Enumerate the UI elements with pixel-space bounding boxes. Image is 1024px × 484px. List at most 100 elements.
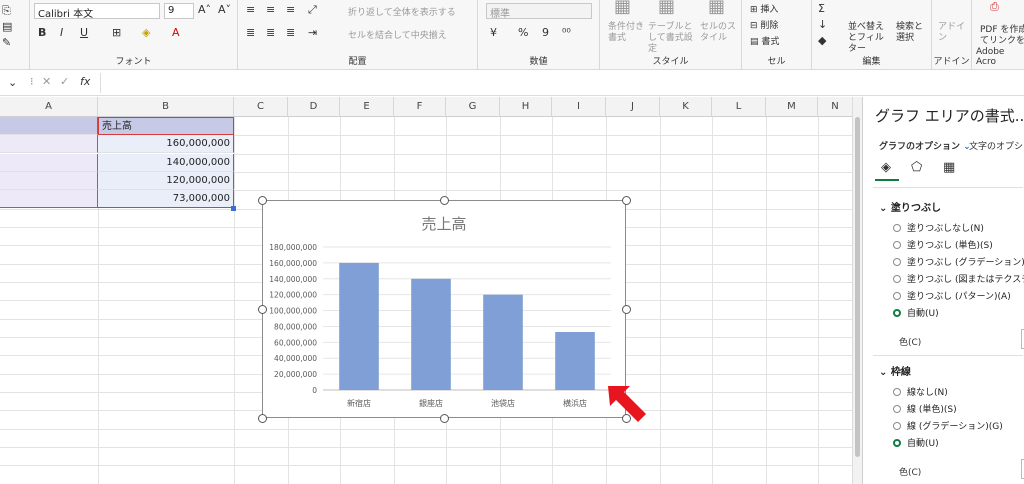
conditional-format-button[interactable]: 条件付き書式 bbox=[608, 22, 644, 44]
font-name-select[interactable]: Calibri 本文 bbox=[34, 3, 160, 19]
col-f-header[interactable]: F bbox=[394, 97, 446, 117]
resize-handle-ml[interactable] bbox=[258, 305, 267, 314]
formula-input[interactable] bbox=[100, 73, 850, 93]
format-painter-icon[interactable]: ✎ bbox=[2, 36, 11, 50]
cell-b5[interactable]: 73,000,000 bbox=[98, 190, 234, 208]
chart-title[interactable]: 売上高 bbox=[421, 215, 466, 233]
comma-button[interactable]: 9 bbox=[542, 26, 549, 40]
conditional-format-icon[interactable]: ▦ bbox=[614, 0, 631, 16]
copy-icon[interactable]: ⎘ bbox=[2, 4, 11, 18]
clear-icon[interactable]: ◆ bbox=[818, 34, 826, 48]
bold-button[interactable]: B bbox=[38, 26, 46, 40]
vertical-scrollbar[interactable] bbox=[852, 97, 862, 484]
resize-handle-mr[interactable] bbox=[622, 305, 631, 314]
col-m-header[interactable]: M bbox=[766, 97, 818, 117]
format-button[interactable]: ▤ 書式 bbox=[750, 34, 779, 47]
resize-handle-bl[interactable] bbox=[258, 414, 267, 423]
merge-center-button[interactable]: セルを結合して中央揃え bbox=[348, 28, 447, 41]
underline-button[interactable]: U bbox=[80, 26, 88, 40]
table-format-button[interactable]: テーブルとして書式設定 bbox=[648, 22, 696, 55]
col-c-header[interactable]: C bbox=[234, 97, 288, 117]
cell-a4[interactable] bbox=[0, 172, 98, 190]
col-e-header[interactable]: E bbox=[340, 97, 394, 117]
grow-font-button[interactable]: A˄ bbox=[198, 3, 211, 17]
fill-color-icon[interactable]: ◈ bbox=[142, 26, 150, 40]
addin-button[interactable]: アドイン bbox=[938, 22, 968, 44]
border-icon[interactable]: ⊞ bbox=[112, 26, 121, 40]
decimal-icon[interactable]: ⁰⁰ bbox=[562, 26, 571, 40]
cell-b3[interactable]: 140,000,000 bbox=[98, 154, 234, 172]
bar-4[interactable] bbox=[555, 332, 595, 390]
fill-pattern-radio[interactable]: 塗りつぶし (パターン)(A) bbox=[893, 289, 1023, 303]
fx-button[interactable]: fx bbox=[80, 75, 90, 89]
align-middle-icon[interactable]: ≡ bbox=[266, 3, 275, 17]
align-right-icon[interactable]: ≣ bbox=[286, 26, 295, 40]
resize-handle-tr[interactable] bbox=[622, 196, 631, 205]
pdf-icon[interactable]: ⎙ bbox=[990, 0, 999, 14]
cell-b1[interactable]: 売上高 bbox=[98, 117, 234, 135]
col-d-header[interactable]: D bbox=[288, 97, 340, 117]
italic-button[interactable]: I bbox=[60, 26, 63, 40]
cell-a5[interactable] bbox=[0, 190, 98, 208]
scroll-thumb[interactable] bbox=[855, 117, 860, 457]
fill-gradient-radio[interactable]: 塗りつぶし (グラデーション)(G) bbox=[893, 255, 1024, 269]
bar-2[interactable] bbox=[411, 278, 451, 390]
fill-picture-radio[interactable]: 塗りつぶし (図またはテクスチャ)(P) bbox=[893, 272, 1024, 286]
resize-handle-tc[interactable] bbox=[440, 196, 449, 205]
align-top-icon[interactable]: ≡ bbox=[246, 3, 255, 17]
line-auto-radio[interactable]: 自動(U) bbox=[893, 436, 1023, 450]
align-center-icon[interactable]: ≣ bbox=[266, 26, 275, 40]
sum-icon[interactable]: Σ bbox=[818, 2, 825, 16]
tab-text-options[interactable]: 文字のオプショ bbox=[969, 139, 1024, 152]
size-properties-icon[interactable]: ▦ bbox=[943, 161, 955, 175]
resize-handle-tl[interactable] bbox=[258, 196, 267, 205]
chart-area[interactable]: 売上高 0 20,000,000 40,000,000 60,000,000 80,00… bbox=[262, 200, 626, 418]
fill-line-tab[interactable]: ◈ bbox=[875, 157, 899, 181]
cell-a2[interactable] bbox=[0, 135, 98, 153]
sort-filter-button[interactable]: 並べ替えとフィルター bbox=[848, 22, 888, 55]
col-j-header[interactable]: J bbox=[606, 97, 660, 117]
align-bottom-icon[interactable]: ≡ bbox=[286, 3, 295, 17]
font-color-icon[interactable]: A bbox=[172, 26, 180, 40]
col-b-header[interactable]: B bbox=[98, 97, 234, 117]
insert-button[interactable]: ⊞ 挿入 bbox=[750, 2, 778, 15]
pentagon-icon[interactable]: ⬠ bbox=[911, 161, 922, 175]
col-a-header[interactable]: A bbox=[0, 97, 98, 117]
col-k-header[interactable]: K bbox=[660, 97, 712, 117]
paste-icon[interactable]: ▤ bbox=[2, 20, 12, 34]
font-size-select[interactable]: 9 bbox=[164, 3, 194, 19]
currency-icon[interactable]: ¥ bbox=[490, 26, 497, 40]
cell-a1[interactable] bbox=[0, 117, 98, 135]
fill-none-radio[interactable]: 塗りつぶしなし(N) bbox=[893, 221, 1023, 235]
cell-a3[interactable] bbox=[0, 154, 98, 172]
cell-style-button[interactable]: セルのスタイル bbox=[700, 22, 740, 44]
cancel-icon[interactable]: ✕ bbox=[42, 75, 51, 89]
line-none-radio[interactable]: 線なし(N) bbox=[893, 385, 1023, 399]
name-box-dropdown-icon[interactable]: ⌄ bbox=[8, 76, 17, 90]
find-select-button[interactable]: 検索と選択 bbox=[896, 22, 926, 44]
line-solid-radio[interactable]: 線 (単色)(S) bbox=[893, 402, 1023, 416]
indent-icon[interactable]: ⇥ bbox=[308, 26, 317, 40]
percent-button[interactable]: % bbox=[518, 26, 528, 40]
cell-b2[interactable]: 160,000,000 bbox=[98, 135, 234, 153]
col-n-header[interactable]: N bbox=[818, 97, 852, 117]
col-h-header[interactable]: H bbox=[500, 97, 552, 117]
table-format-icon[interactable]: ▦ bbox=[658, 0, 675, 16]
fill-auto-radio[interactable]: 自動(U) bbox=[893, 306, 1023, 320]
resize-handle-bc[interactable] bbox=[440, 414, 449, 423]
align-left-icon[interactable]: ≣ bbox=[246, 26, 255, 40]
line-gradient-radio[interactable]: 線 (グラデーション)(G) bbox=[893, 419, 1023, 433]
wrap-text-button[interactable]: 折り返して全体を表示する bbox=[348, 5, 456, 18]
col-g-header[interactable]: G bbox=[446, 97, 500, 117]
orientation-icon[interactable]: ⤢ bbox=[308, 3, 317, 17]
cell-b4[interactable]: 120,000,000 bbox=[98, 172, 234, 190]
fill-icon[interactable]: ↓ bbox=[818, 18, 827, 32]
bar-1[interactable] bbox=[339, 262, 379, 390]
line-section-header[interactable]: ⌄ 枠線 bbox=[879, 363, 911, 378]
fill-section-header[interactable]: ⌄ 塗りつぶし bbox=[879, 199, 941, 214]
number-format-select[interactable]: 標準 bbox=[486, 3, 592, 19]
delete-button[interactable]: ⊟ 削除 bbox=[750, 18, 778, 31]
bar-3[interactable] bbox=[483, 294, 523, 390]
col-l-header[interactable]: L bbox=[712, 97, 766, 117]
cell-style-icon[interactable]: ▦ bbox=[708, 0, 725, 16]
